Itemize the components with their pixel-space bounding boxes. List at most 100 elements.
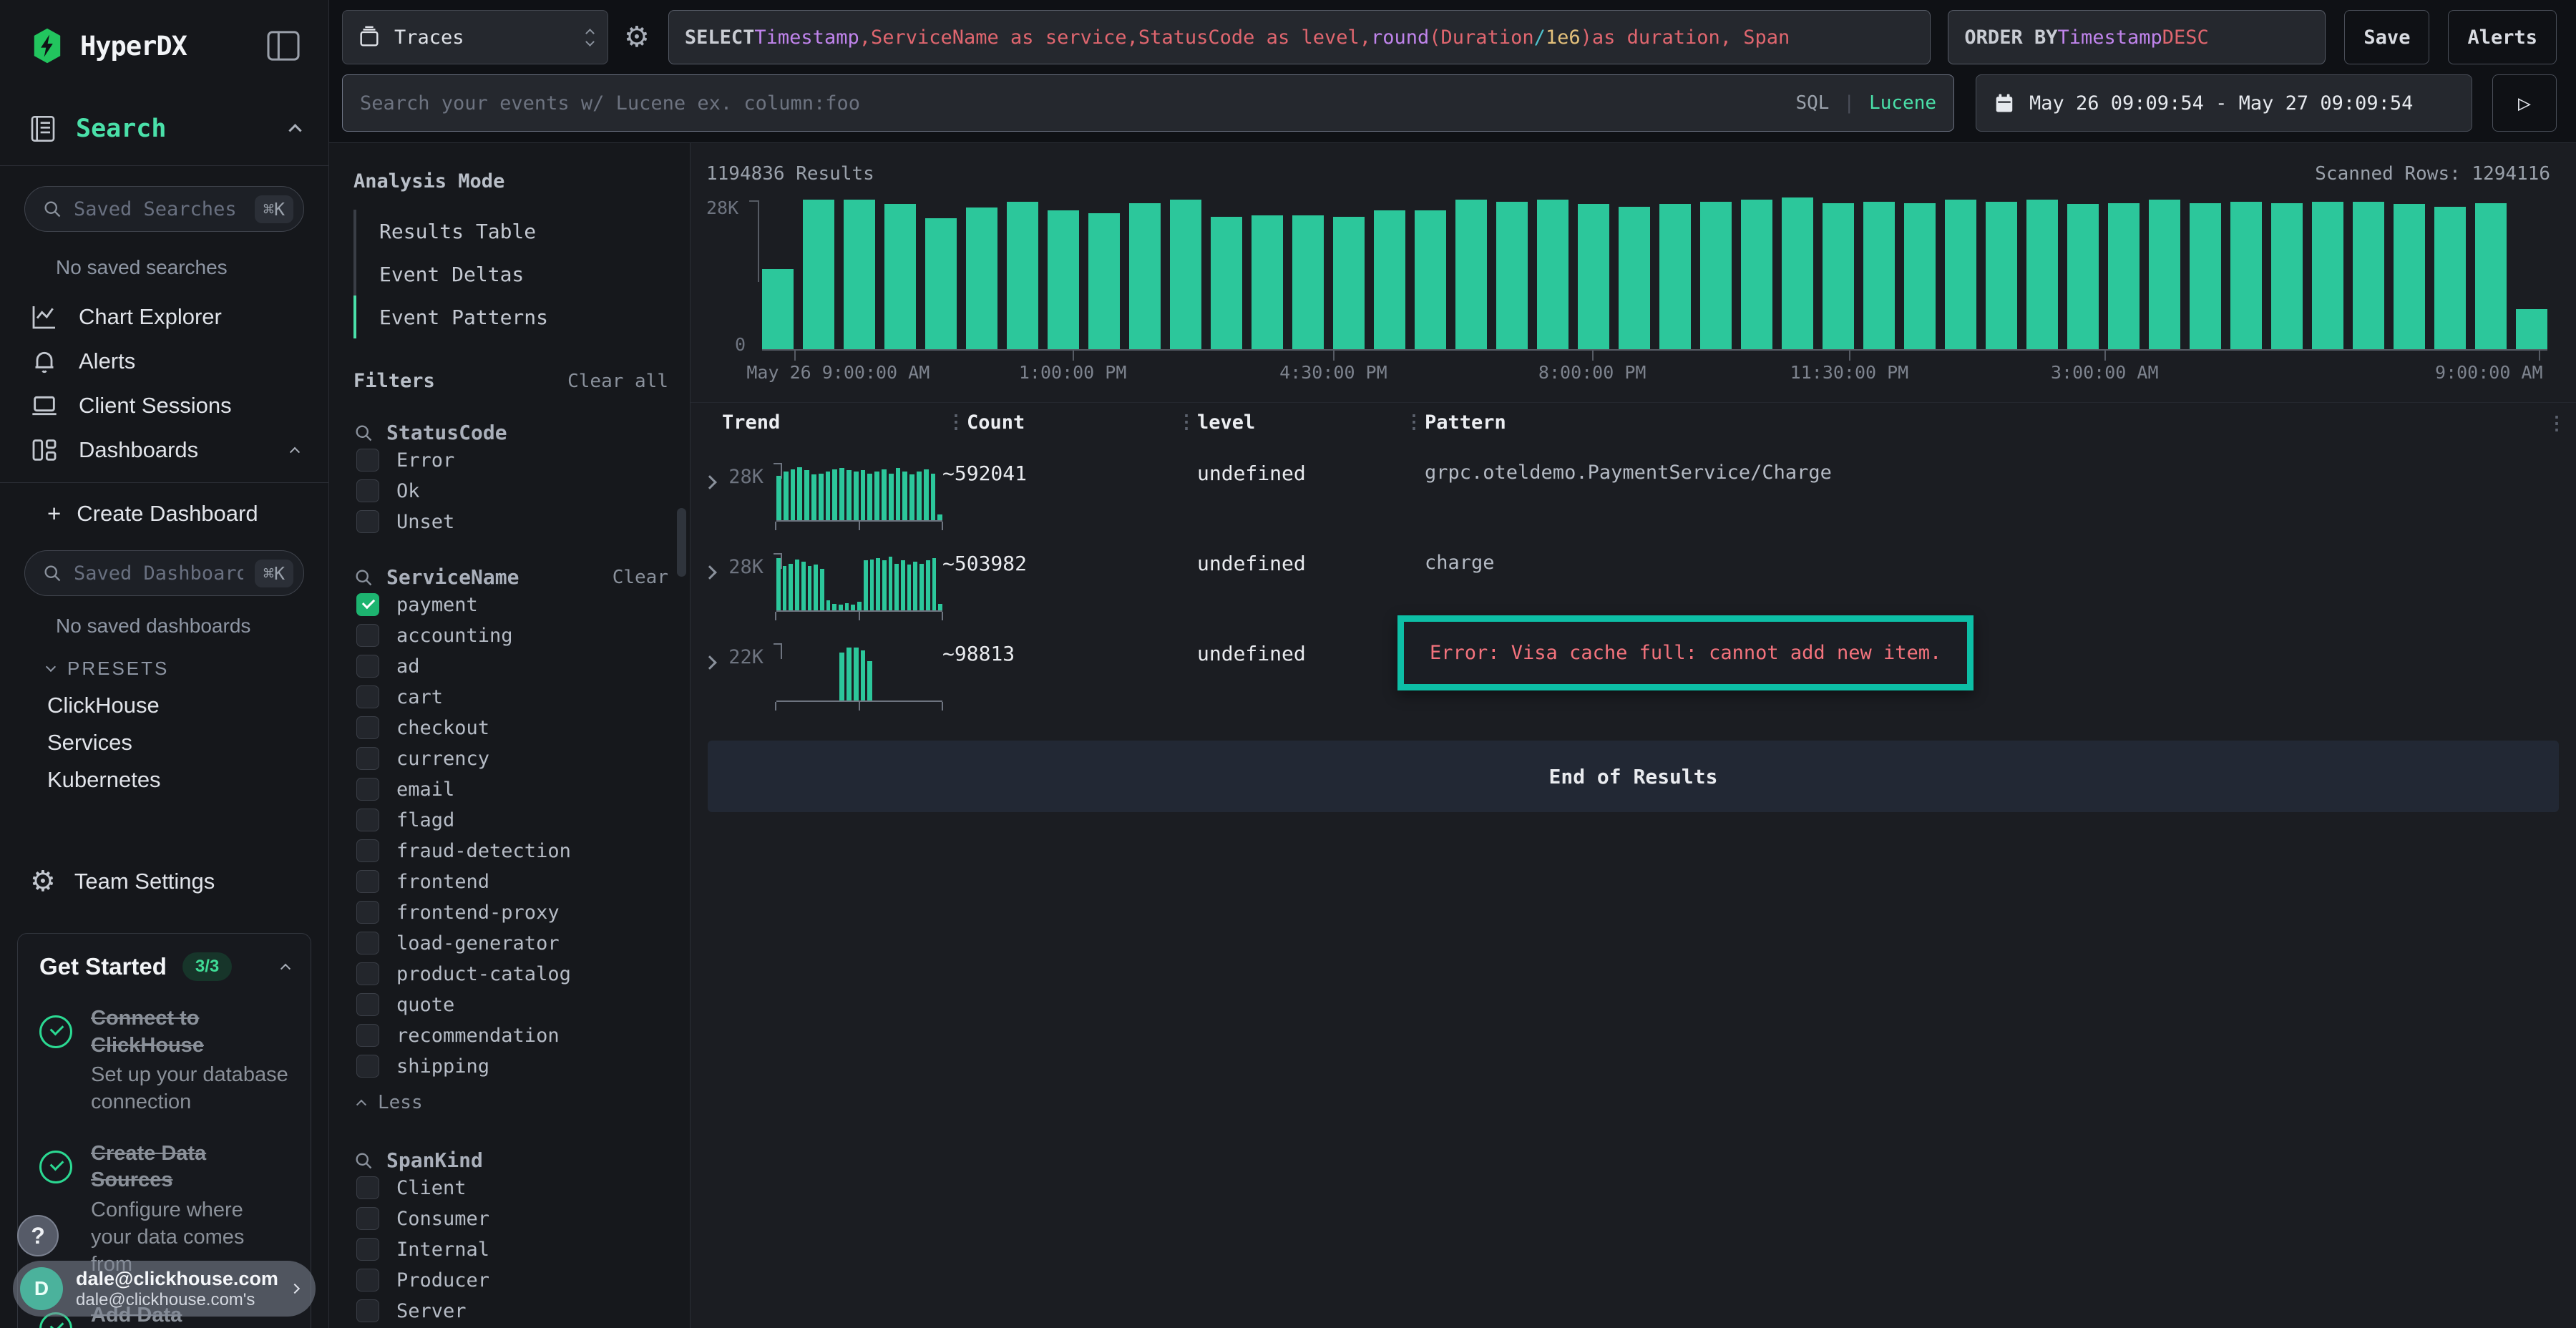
pattern-row[interactable]: 28K~592041undefinedgrpc.oteldemo.Payment…	[699, 453, 2567, 532]
get-started-item[interactable]: Connect to ClickHouseSet up your databas…	[39, 1005, 289, 1116]
checkbox-checked[interactable]	[356, 593, 379, 616]
row-expand-chevron[interactable]	[703, 475, 717, 489]
filter-option-ad[interactable]: ad	[353, 651, 668, 681]
sql-orderby-editor[interactable]: ORDER BY Timestamp DESC	[1948, 10, 2326, 64]
saved-dashboards-input[interactable]: Saved Dashboards ⌘K	[24, 550, 304, 596]
histogram-plot[interactable]	[762, 196, 2547, 351]
checkbox-unchecked[interactable]	[356, 839, 379, 862]
user-menu[interactable]: D dale@clickhouse.com dale@clickhouse.co…	[13, 1261, 316, 1317]
pattern-row[interactable]: 22K~98813undefinedError: Visa cache full…	[699, 633, 2567, 712]
filter-option-payment[interactable]: payment	[353, 590, 668, 620]
filter-option-accounting[interactable]: accounting	[353, 620, 668, 650]
saved-searches-input[interactable]: Saved Searches ⌘K	[24, 186, 304, 232]
date-range-picker[interactable]: May 26 09:09:54 - May 27 09:09:54	[1976, 74, 2472, 132]
filter-option-error[interactable]: Error	[353, 445, 668, 475]
filter-option-server[interactable]: Server	[353, 1296, 668, 1326]
presets-toggle[interactable]: PRESETS	[47, 658, 328, 680]
column-header-pattern[interactable]: Pattern	[1400, 411, 2567, 434]
filter-option-flagd[interactable]: flagd	[353, 805, 668, 835]
sidebar-item-team-settings[interactable]: Team Settings	[0, 859, 328, 904]
checkbox-unchecked[interactable]	[356, 685, 379, 708]
alerts-button[interactable]: Alerts	[2448, 10, 2557, 64]
sidebar-item-alerts[interactable]: Alerts	[0, 339, 328, 384]
preset-services[interactable]: Services	[0, 724, 328, 761]
column-header-trend[interactable]: Trend	[699, 411, 942, 434]
checkbox-unchecked[interactable]	[356, 1024, 379, 1047]
checkbox-unchecked[interactable]	[356, 1176, 379, 1199]
column-handle-icon[interactable]: ⋮	[2547, 413, 2566, 434]
filter-option-frontend[interactable]: frontend	[353, 866, 668, 897]
row-expand-chevron[interactable]	[703, 655, 717, 670]
filter-option-shipping[interactable]: shipping	[353, 1051, 668, 1081]
pattern-row[interactable]: 28K~503982undefinedcharge	[699, 543, 2567, 622]
analysis-mode-event-deltas[interactable]: Event Deltas	[353, 253, 668, 296]
checkbox-unchecked[interactable]	[356, 1207, 379, 1230]
filter-option-cart[interactable]: cart	[353, 682, 668, 712]
source-settings-button[interactable]	[624, 10, 650, 64]
get-started-header[interactable]: Get Started 3/3	[39, 952, 289, 981]
filter-option-producer[interactable]: Producer	[353, 1265, 668, 1295]
chevron-up-icon[interactable]	[288, 124, 301, 137]
filters-scrollbar-thumb[interactable]	[677, 508, 686, 577]
show-less-toggle[interactable]: Less	[353, 1085, 668, 1120]
checkbox-unchecked[interactable]	[356, 479, 379, 502]
sidebar-item-search[interactable]: Search	[0, 92, 328, 166]
checkbox-unchecked[interactable]	[356, 1055, 379, 1078]
filter-option-recommendation[interactable]: recommendation	[353, 1020, 668, 1050]
filter-option-consumer[interactable]: Consumer	[353, 1204, 668, 1234]
checkbox-unchecked[interactable]	[356, 1299, 379, 1322]
language-lucene-toggle[interactable]: Lucene	[1869, 92, 1936, 114]
sidebar-item-chart-explorer[interactable]: Chart Explorer	[0, 295, 328, 339]
checkbox-unchecked[interactable]	[356, 655, 379, 678]
filter-option-quote[interactable]: quote	[353, 990, 668, 1020]
filter-option-internal[interactable]: Internal	[353, 1234, 668, 1264]
preset-kubernetes[interactable]: Kubernetes	[0, 761, 328, 799]
sql-select-editor[interactable]: SELECT Timestamp, ServiceName as service…	[668, 10, 1931, 64]
checkbox-unchecked[interactable]	[356, 901, 379, 924]
column-header-level[interactable]: level	[1173, 411, 1400, 434]
checkbox-unchecked[interactable]	[356, 870, 379, 893]
checkbox-unchecked[interactable]	[356, 1238, 379, 1261]
checkbox-unchecked[interactable]	[356, 778, 379, 801]
row-expand-chevron[interactable]	[703, 565, 717, 580]
checkbox-unchecked[interactable]	[356, 809, 379, 831]
checkbox-unchecked[interactable]	[356, 993, 379, 1016]
filter-clear-link[interactable]: Clear	[613, 567, 668, 588]
filter-option-ok[interactable]: Ok	[353, 476, 668, 506]
save-button[interactable]: Save	[2344, 10, 2429, 64]
filter-option-product-catalog[interactable]: product-catalog	[353, 959, 668, 989]
column-header-count[interactable]: Count	[942, 411, 1173, 434]
run-query-button[interactable]	[2492, 74, 2557, 132]
checkbox-unchecked[interactable]	[356, 747, 379, 770]
chevron-up-icon[interactable]	[290, 447, 300, 457]
filter-option-checkout[interactable]: checkout	[353, 713, 668, 743]
checkbox-unchecked[interactable]	[356, 716, 379, 739]
checkbox-unchecked[interactable]	[356, 510, 379, 533]
get-started-item[interactable]: Create Data SourcesConfigure where your …	[39, 1141, 289, 1278]
language-sql-toggle[interactable]: SQL	[1795, 92, 1829, 114]
filter-option-currency[interactable]: currency	[353, 743, 668, 773]
filter-option-fraud-detection[interactable]: fraud-detection	[353, 836, 668, 866]
sidebar-item-client-sessions[interactable]: Client Sessions	[0, 384, 328, 428]
event-search-box[interactable]: SQL | Lucene	[342, 74, 1954, 132]
sidebar-item-dashboards[interactable]: Dashboards	[0, 428, 328, 472]
filters-clear-all-link[interactable]: Clear all	[567, 371, 668, 392]
filter-option-frontend-proxy[interactable]: frontend-proxy	[353, 897, 668, 927]
checkbox-unchecked[interactable]	[356, 962, 379, 985]
analysis-mode-results-table[interactable]: Results Table	[353, 210, 668, 253]
checkbox-unchecked[interactable]	[356, 932, 379, 954]
preset-clickhouse[interactable]: ClickHouse	[0, 687, 328, 724]
filter-option-client[interactable]: Client	[353, 1173, 668, 1203]
analysis-mode-event-patterns[interactable]: Event Patterns	[353, 296, 668, 338]
event-search-input[interactable]	[360, 92, 1781, 114]
checkbox-unchecked[interactable]	[356, 1269, 379, 1292]
source-select[interactable]: Traces	[342, 10, 608, 64]
checkbox-unchecked[interactable]	[356, 624, 379, 647]
filter-option-email[interactable]: email	[353, 774, 668, 804]
filter-option-load-generator[interactable]: load-generator	[353, 928, 668, 958]
filter-option-unset[interactable]: Unset	[353, 507, 668, 537]
sidebar-collapse-icon[interactable]	[267, 31, 300, 61]
help-button[interactable]: ?	[17, 1215, 59, 1256]
create-dashboard-button[interactable]: + Create Dashboard	[0, 489, 328, 539]
checkbox-unchecked[interactable]	[356, 449, 379, 472]
